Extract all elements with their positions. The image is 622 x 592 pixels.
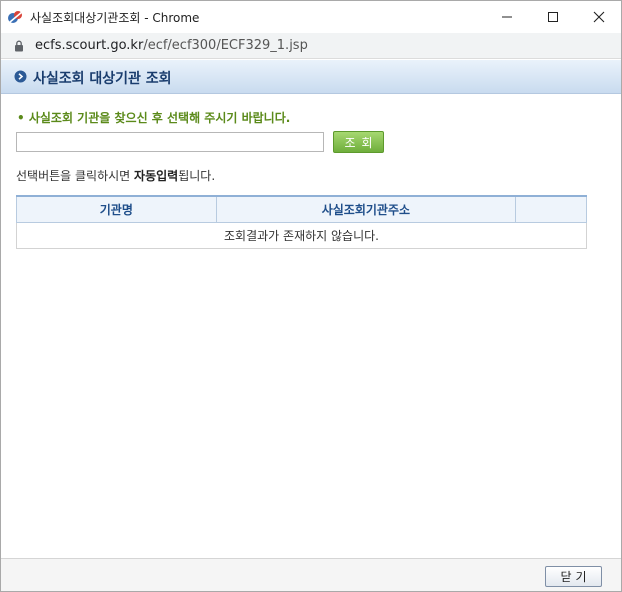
url-host: ecfs.scourt.go.kr [35,38,144,53]
table-row: 조회결과가 존재하지 않습니다. [16,221,587,249]
table-header-row: 기관명 사실조회기관주소 [16,195,587,223]
minimize-button[interactable] [484,1,530,33]
url-text: ecfs.scourt.go.kr/ecf/ecf300/ECF329_1.js… [35,38,308,53]
url-path: /ecf/ecf300/ECF329_1.jsp [143,38,308,53]
column-header-select [515,195,587,223]
address-bar[interactable]: ecfs.scourt.go.kr/ecf/ecf300/ECF329_1.js… [1,33,621,59]
minimize-icon [502,16,512,18]
page-title: 사실조회 대상기관 조회 [33,71,172,87]
empty-result-message: 조회결과가 존재하지 않습니다. [16,221,587,249]
maximize-button[interactable] [530,1,576,33]
close-icon [593,11,605,23]
window-title: 사실조회대상기관조회 - Chrome [30,11,200,25]
close-button[interactable]: 닫기 [545,566,602,587]
footer-bar: 닫기 [1,558,621,591]
column-header-institution-name: 기관명 [16,195,217,223]
results-table: 기관명 사실조회기관주소 조회결과가 존재하지 않습니다. [16,195,587,249]
lock-icon [15,40,23,52]
court-logo-icon [8,11,23,23]
close-window-button[interactable] [576,1,622,33]
title-bar: 사실조회대상기관조회 - Chrome [1,1,621,33]
help-text-prefix: 선택버튼을 클릭하시면 [16,169,135,183]
help-text-suffix: 됩니다. [178,169,216,183]
column-header-institution-address: 사실조회기관주소 [216,195,517,223]
search-notice: • 사실조회 기관을 찾으신 후 선택해 주시기 바랍니다. [17,111,291,125]
search-button[interactable]: 조회 [333,131,384,153]
popup-window: 사실조회대상기관조회 - Chrome ecfs.scourt.go.kr/ec… [0,0,622,592]
circle-arrow-icon [14,70,27,83]
help-text: 선택버튼을 클릭하시면 자동입력됩니다. [16,167,215,184]
maximize-icon [548,12,558,22]
page-header: 사실조회 대상기관 조회 [1,60,621,94]
institution-search-input[interactable] [16,132,324,152]
help-text-bold: 자동입력 [134,169,179,183]
